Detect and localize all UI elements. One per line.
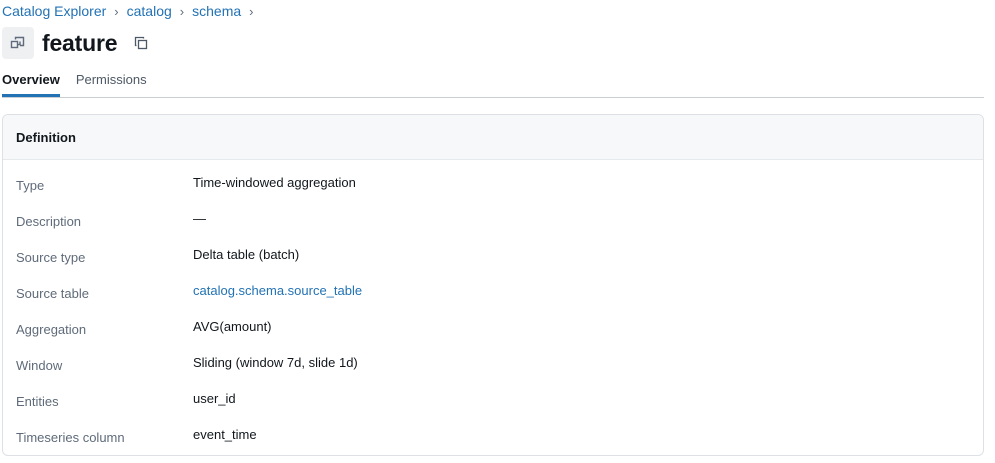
source-table-link[interactable]: catalog.schema.source_table — [193, 283, 362, 298]
row-value: Delta table (batch) — [193, 246, 300, 262]
definition-row-entities: Entities user_id — [3, 380, 983, 416]
feature-object-icon — [2, 27, 34, 59]
tab-overview[interactable]: Overview — [2, 66, 60, 97]
definition-card: Definition Type Time-windowed aggregatio… — [2, 114, 984, 456]
page-title: feature — [42, 29, 118, 56]
row-label: Description — [16, 213, 82, 229]
definition-row-type: Type Time-windowed aggregation — [3, 164, 983, 200]
row-value: — — [193, 210, 206, 226]
definition-row-aggregation: Aggregation AVG(amount) — [3, 308, 983, 344]
row-value: user_id — [193, 390, 236, 406]
definition-card-header: Definition — [3, 115, 983, 160]
row-label: Type — [16, 177, 45, 193]
breadcrumb-separator: › — [249, 3, 254, 19]
row-label: Source type — [16, 249, 86, 265]
tab-bar: Overview Permissions — [2, 66, 984, 98]
breadcrumb-catalog[interactable]: catalog — [127, 3, 172, 19]
definition-row-timeseries-column: Timeseries column event_time — [3, 416, 983, 452]
row-value: event_time — [193, 426, 257, 442]
title-row: feature — [2, 26, 151, 60]
row-label: Entities — [16, 393, 59, 409]
definition-row-description: Description — — [3, 200, 983, 236]
copy-icon[interactable] — [131, 33, 151, 53]
definition-row-window: Window Sliding (window 7d, slide 1d) — [3, 344, 983, 380]
row-value: Time-windowed aggregation — [193, 174, 356, 190]
definition-row-source-type: Source type Delta table (batch) — [3, 236, 983, 272]
definition-title: Definition — [16, 129, 76, 145]
definition-row-source-table: Source table catalog.schema.source_table — [3, 272, 983, 308]
page: Catalog Explorer › catalog › schema › fe… — [0, 0, 995, 463]
row-value: AVG(amount) — [193, 318, 272, 334]
breadcrumb-schema[interactable]: schema — [192, 3, 241, 19]
breadcrumb-separator: › — [179, 3, 185, 19]
row-label: Aggregation — [16, 321, 87, 337]
tab-permissions[interactable]: Permissions — [76, 66, 147, 97]
definition-rows: Type Time-windowed aggregation Descripti… — [3, 160, 983, 452]
breadcrumb-separator: › — [114, 3, 119, 19]
breadcrumb: Catalog Explorer › catalog › schema › — [2, 2, 262, 20]
breadcrumb-catalog-explorer[interactable]: Catalog Explorer — [2, 3, 106, 19]
row-label: Timeseries column — [16, 429, 125, 445]
row-value: Sliding (window 7d, slide 1d) — [193, 354, 358, 370]
row-label: Window — [16, 357, 63, 373]
row-label: Source table — [16, 285, 89, 301]
